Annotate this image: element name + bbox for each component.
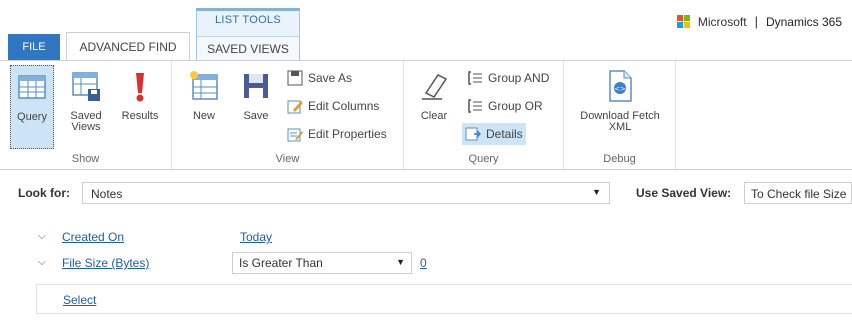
query-group: Clear Group AND Group OR Details Query (404, 61, 564, 169)
saved-views-label: Saved Views (70, 111, 101, 133)
debug-group: <> Download Fetch XML Debug (564, 61, 676, 169)
edit-columns-label: Edit Columns (308, 99, 380, 113)
query-group-label: Query (468, 153, 499, 165)
criteria-row: ⌵ Created On Today (0, 226, 852, 248)
dropdown-arrow-icon: ▼ (592, 187, 601, 197)
new-label: New (192, 110, 215, 122)
criteria-row: ⌵ File Size (Bytes) Is Greater Than ▼ 0 (0, 252, 852, 274)
group-or-label: Group OR (488, 99, 543, 113)
criteria-field-link[interactable]: Created On (62, 230, 124, 244)
criteria-operator-value: Is Greater Than (239, 256, 323, 270)
group-and-label: Group AND (488, 71, 550, 85)
download-label-line2: XML (608, 121, 632, 133)
clear-label: Clear (420, 110, 448, 122)
use-saved-view-select[interactable]: To Check file Size (744, 182, 852, 204)
details-icon (465, 127, 481, 141)
download-fetch-xml-button[interactable]: <> Download Fetch XML (572, 65, 668, 149)
save-as-button[interactable]: Save As (284, 67, 355, 89)
query-button[interactable]: Query (10, 65, 54, 149)
look-for-value: Notes (91, 187, 123, 201)
tab-file[interactable]: FILE (8, 34, 60, 60)
chevron-down-icon[interactable]: ⌵ (38, 231, 46, 242)
svg-text:<>: <> (614, 85, 626, 93)
edit-columns-button[interactable]: Edit Columns (284, 95, 382, 117)
list-tools-label: LIST TOOLS (215, 14, 281, 26)
new-view-icon (190, 71, 218, 100)
microsoft-logo-icon (676, 15, 690, 28)
save-button[interactable]: Save (234, 65, 278, 149)
group-and-icon (468, 71, 482, 85)
download-fetch-xml-label: Download Fetch XML (580, 111, 660, 133)
saved-views-label-line2: Views (71, 121, 101, 133)
criteria-operator-select[interactable]: Is Greater Than ▼ (232, 252, 412, 274)
saved-view-value: To Check file Size (751, 187, 847, 201)
edit-properties-icon (287, 128, 303, 142)
eraser-icon (422, 74, 448, 100)
edit-properties-button[interactable]: Edit Properties (284, 123, 390, 145)
view-group-label: View (275, 153, 300, 165)
save-as-label: Save As (308, 71, 353, 85)
look-for-label: Look for: (18, 186, 70, 200)
query-grid-icon (18, 75, 46, 99)
group-and-button[interactable]: Group AND (464, 67, 552, 89)
brand-separator: | (754, 14, 758, 29)
look-for-select[interactable]: Notes ▼ (82, 182, 610, 204)
chevron-down-icon[interactable]: ⌵ (38, 257, 46, 268)
edit-columns-icon (287, 100, 303, 114)
clear-button[interactable]: Clear (412, 65, 456, 149)
query-label: Query (17, 111, 47, 123)
saved-views-button[interactable]: Saved Views (64, 65, 108, 149)
details-button[interactable]: Details (462, 123, 526, 145)
exclamation-icon (136, 73, 144, 102)
view-group: New Save Save As Edit Columns Edit Prope… (172, 61, 404, 169)
new-button[interactable]: New (182, 65, 226, 149)
tab-advanced-find[interactable]: ADVANCED FIND (66, 32, 190, 61)
criteria-value-link[interactable]: 0 (420, 256, 427, 270)
results-button[interactable]: Results (118, 65, 162, 149)
save-as-icon (287, 70, 303, 86)
group-or-button[interactable]: Group OR (464, 95, 546, 117)
results-label: Results (121, 110, 159, 122)
dropdown-arrow-icon: ▼ (396, 257, 405, 267)
microsoft-label: Microsoft (697, 14, 747, 29)
select-field-link[interactable]: Select (63, 293, 96, 307)
saved-views-icon (72, 72, 100, 101)
add-criteria-row: Select (36, 284, 852, 314)
debug-group-label: Debug (603, 153, 636, 165)
use-saved-view-label: Use Saved View: (636, 186, 732, 200)
save-label: Save (243, 110, 269, 122)
floppy-disk-icon (244, 74, 268, 98)
ribbon-tab-row: FILE ADVANCED FIND LIST TOOLS SAVED VIEW… (0, 0, 852, 61)
details-label: Details (486, 127, 523, 141)
tab-saved-views[interactable]: SAVED VIEWS (197, 36, 299, 61)
xml-file-icon: <> (609, 70, 632, 102)
group-or-icon (468, 99, 482, 113)
brand-bar: Microsoft | Dynamics 365 (676, 14, 842, 29)
look-for-bar: Look for: Notes ▼ Use Saved View: To Che… (0, 178, 852, 208)
show-group: Query Saved Views Results Show (0, 61, 172, 169)
criteria-operator-link[interactable]: Today (240, 230, 272, 244)
product-name[interactable]: Dynamics 365 (766, 15, 842, 29)
edit-properties-label: Edit Properties (308, 127, 387, 141)
show-group-label: Show (71, 153, 100, 165)
list-tools-contextual-group: LIST TOOLS SAVED VIEWS (196, 8, 300, 61)
ribbon: Query Saved Views Results Show New Save … (0, 60, 852, 170)
criteria-field-link[interactable]: File Size (Bytes) (62, 256, 149, 270)
